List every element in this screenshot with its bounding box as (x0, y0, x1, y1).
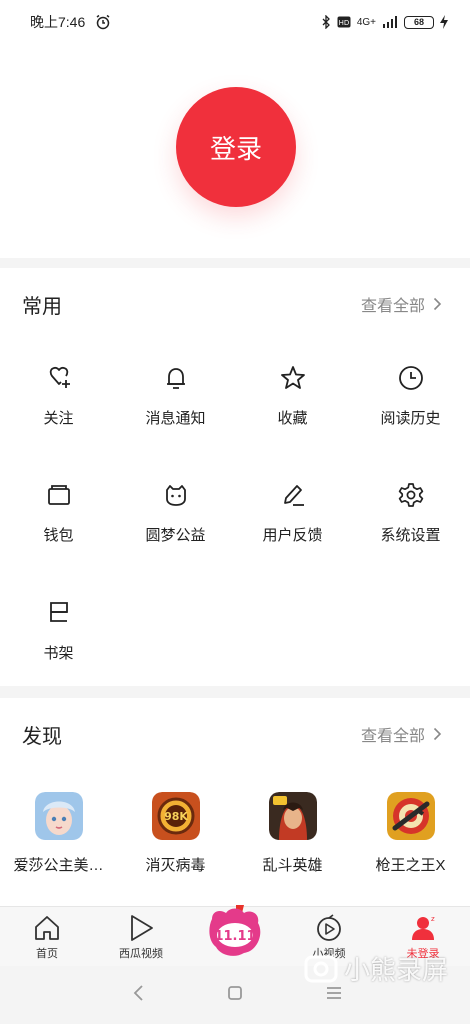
signal-icon (383, 16, 397, 28)
common-item-label: 关注 (43, 410, 74, 427)
common-item-charity[interactable]: 圆梦公益 (117, 480, 234, 560)
svg-text:98K: 98K (164, 810, 188, 823)
discover-view-all[interactable]: 查看全部 (361, 722, 442, 746)
common-item-label: 消息通知 (145, 410, 206, 427)
common-view-all-label: 查看全部 (360, 298, 425, 315)
short-video-icon (317, 914, 341, 941)
nav-home-label: 首页 (36, 948, 58, 960)
game-item-elsa[interactable]: 爱莎公主美… (0, 792, 117, 875)
game-icon-elsa (34, 792, 83, 840)
nav-xigua-label: 西瓜视频 (119, 948, 163, 960)
svg-text:11.11: 11.11 (214, 929, 255, 944)
common-item-label: 系统设置 (380, 527, 441, 544)
game-label: 爱莎公主美… (13, 857, 104, 874)
chevron-right-icon (433, 727, 442, 741)
common-item-favorites[interactable]: 收藏 (234, 363, 351, 443)
common-item-settings[interactable]: 系统设置 (352, 480, 469, 560)
nav-xigua-video[interactable]: 西瓜视频 (94, 913, 188, 961)
common-view-all[interactable]: 查看全部 (361, 292, 442, 316)
charity-face-icon (165, 485, 186, 506)
game-item-brawl[interactable]: 乱斗英雄 (234, 792, 351, 875)
gear-icon (398, 483, 423, 507)
battery-icon: 68 (404, 15, 434, 29)
star-icon (280, 366, 305, 389)
game-item-gun[interactable]: 枪王之王X (352, 792, 469, 875)
login-area: 登录 (0, 44, 470, 258)
login-button[interactable]: 登录 (176, 87, 296, 207)
battery-level: 68 (413, 17, 424, 27)
network-type: 4G+ (356, 16, 376, 28)
common-item-bookshelf[interactable]: 书架 (0, 598, 117, 678)
common-item-follow[interactable]: 关注 (0, 363, 117, 443)
alarm-icon (96, 14, 110, 30)
recents-icon[interactable] (326, 986, 342, 1000)
home-square-icon[interactable] (228, 986, 242, 1000)
game-label: 乱斗英雄 (262, 857, 323, 874)
game-item-virus[interactable]: 98K 消灭病毒 (117, 792, 234, 875)
play-icon (131, 915, 153, 941)
common-item-label: 用户反馈 (262, 527, 323, 544)
watermark-camera-icon (304, 955, 338, 982)
common-section: 常用 查看全部 关注 消息通知 收藏 阅读历史 钱包 圆梦公益 用户反馈 系统设… (0, 268, 470, 686)
discover-view-all-label: 查看全部 (360, 728, 425, 745)
common-item-notifications[interactable]: 消息通知 (117, 363, 234, 443)
common-item-history[interactable]: 阅读历史 (352, 363, 469, 443)
status-time: 晚上7:46 (30, 14, 86, 30)
game-label: 消灭病毒 (145, 857, 206, 874)
wallet-icon (47, 485, 70, 505)
bell-icon (166, 368, 185, 389)
game-icon-brawl (268, 792, 317, 840)
game-icon-gun (386, 792, 435, 840)
common-item-feedback[interactable]: 用户反馈 (234, 480, 351, 560)
common-item-wallet[interactable]: 钱包 (0, 480, 117, 560)
bookshelf-icon (49, 602, 68, 622)
user-icon: z (412, 915, 435, 940)
common-item-label: 圆梦公益 (145, 527, 206, 544)
back-icon[interactable] (132, 984, 146, 1002)
chevron-right-icon (433, 297, 442, 311)
common-item-label: 收藏 (277, 410, 308, 427)
discover-title: 发现 (22, 726, 62, 748)
watermark: 小熊录屏 (304, 950, 448, 987)
pen-icon (283, 485, 304, 506)
common-item-label: 书架 (43, 645, 74, 662)
bluetooth-icon (322, 15, 330, 29)
svg-text:HD: HD (338, 19, 349, 27)
common-title: 常用 (22, 296, 62, 318)
common-item-label: 阅读历史 (380, 410, 441, 427)
home-icon (35, 916, 59, 940)
heart-plus-icon (49, 366, 70, 388)
charging-icon (440, 15, 448, 29)
hd-icon: HD (337, 16, 351, 28)
clock-icon (398, 366, 423, 390)
status-bar: 晚上7:46 HD 4G+ 68 (0, 0, 470, 44)
common-item-label: 钱包 (43, 527, 74, 544)
game-label: 枪王之王X (375, 857, 446, 874)
nav-home[interactable]: 首页 (0, 913, 94, 961)
double-eleven-icon[interactable]: 11.11 (206, 903, 264, 961)
svg-text:z: z (431, 915, 435, 923)
watermark-text: 小熊录屏 (343, 955, 448, 985)
discover-section: 发现 查看全部 爱莎公主美… 98K 消灭病毒 乱斗英雄 枪王之王X (0, 698, 470, 906)
game-icon-virus: 98K (151, 792, 200, 840)
